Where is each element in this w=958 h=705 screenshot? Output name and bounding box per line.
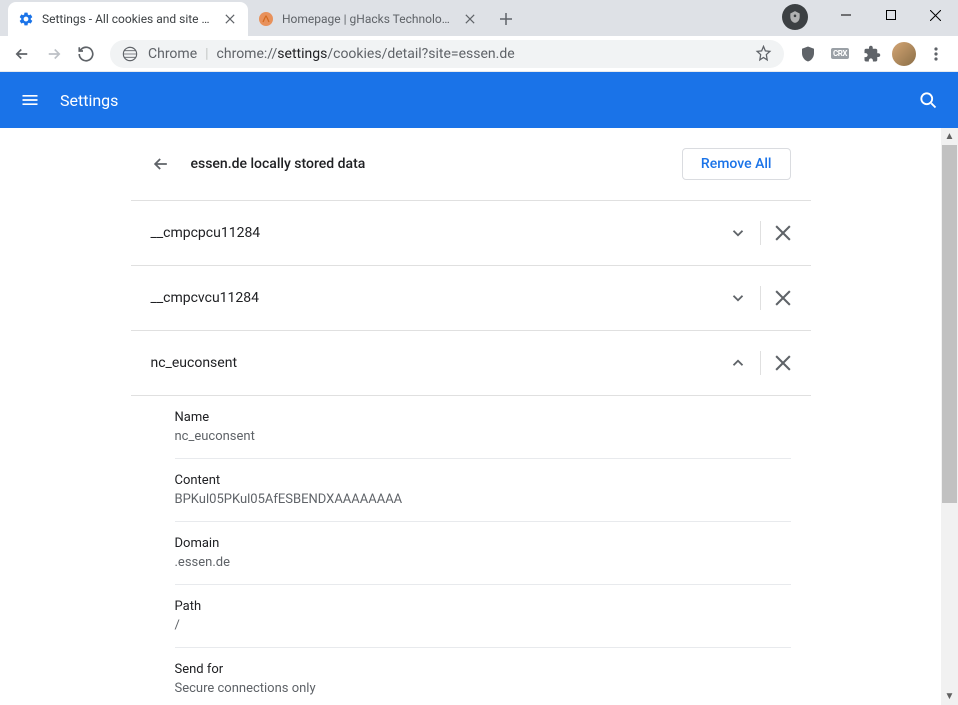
gear-icon bbox=[18, 11, 34, 27]
chevron-down-icon[interactable] bbox=[720, 215, 756, 251]
remove-all-button[interactable]: Remove All bbox=[682, 148, 791, 180]
address-bar: Chrome|chrome://settings/cookies/detail?… bbox=[0, 36, 958, 72]
chrome-menu-button[interactable] bbox=[922, 40, 950, 68]
chevron-down-icon[interactable] bbox=[720, 280, 756, 316]
bookmark-icon[interactable] bbox=[755, 45, 772, 62]
scroll-down-icon[interactable]: ▼ bbox=[941, 688, 958, 705]
minimize-button[interactable] bbox=[823, 0, 868, 30]
detail-sendfor: Send for Secure connections only bbox=[175, 648, 791, 705]
page-title: essen.de locally stored data bbox=[191, 156, 662, 172]
cookie-row[interactable]: __cmpcpcu11284 bbox=[131, 201, 811, 266]
content-area: essen.de locally stored data Remove All … bbox=[0, 128, 941, 705]
detail-content: Content BPKul05PKul05AfESBENDXAAAAAAAA bbox=[175, 459, 791, 522]
profile-badge-icon[interactable] bbox=[782, 4, 808, 30]
tab-settings[interactable]: Settings - All cookies and site data bbox=[8, 2, 248, 36]
cookie-name: nc_euconsent bbox=[151, 355, 720, 371]
cookie-list: __cmpcpcu11284 __cmpcvcu11284 nc_euconse… bbox=[131, 200, 811, 705]
settings-header: Settings bbox=[0, 72, 958, 128]
omnibox[interactable]: Chrome|chrome://settings/cookies/detail?… bbox=[110, 40, 784, 68]
maximize-button[interactable] bbox=[868, 0, 913, 30]
cookie-name: __cmpcpcu11284 bbox=[151, 225, 720, 241]
site-info-icon[interactable] bbox=[122, 46, 138, 62]
close-icon[interactable] bbox=[462, 11, 478, 27]
extension-ublock-icon[interactable] bbox=[794, 40, 822, 68]
browser-tabstrip: Settings - All cookies and site data Hom… bbox=[0, 0, 958, 36]
tab-ghacks[interactable]: Homepage | gHacks Technology bbox=[248, 2, 488, 36]
new-tab-button[interactable] bbox=[492, 5, 520, 33]
chevron-up-icon[interactable] bbox=[720, 345, 756, 381]
detail-name: Name nc_euconsent bbox=[175, 396, 791, 459]
extensions-puzzle-icon[interactable] bbox=[858, 40, 886, 68]
url-text: Chrome|chrome://settings/cookies/detail?… bbox=[148, 46, 515, 62]
search-icon[interactable] bbox=[918, 90, 938, 110]
back-arrow-icon[interactable] bbox=[151, 154, 171, 174]
cookie-details: Name nc_euconsent Content BPKul05PKul05A… bbox=[131, 396, 811, 705]
tab-title: Settings - All cookies and site data bbox=[42, 12, 214, 26]
extension-crx-icon[interactable]: CRX bbox=[826, 40, 854, 68]
delete-cookie-icon[interactable] bbox=[765, 280, 801, 316]
cookie-row-expanded[interactable]: nc_euconsent bbox=[131, 331, 811, 396]
close-window-button[interactable] bbox=[913, 0, 958, 30]
scrollbar[interactable]: ▲ ▼ bbox=[941, 128, 958, 705]
window-controls bbox=[823, 0, 958, 30]
cookie-name: __cmpcvcu11284 bbox=[151, 290, 720, 306]
detail-path: Path / bbox=[175, 585, 791, 648]
ghacks-icon bbox=[258, 11, 274, 27]
tab-title: Homepage | gHacks Technology bbox=[282, 12, 454, 26]
close-icon[interactable] bbox=[222, 11, 238, 27]
menu-icon[interactable] bbox=[20, 90, 40, 110]
page-header: essen.de locally stored data Remove All bbox=[131, 148, 811, 200]
reload-button[interactable] bbox=[72, 40, 100, 68]
delete-cookie-icon[interactable] bbox=[765, 345, 801, 381]
scroll-thumb[interactable] bbox=[942, 145, 957, 503]
profile-avatar[interactable] bbox=[890, 40, 918, 68]
delete-cookie-icon[interactable] bbox=[765, 215, 801, 251]
back-button[interactable] bbox=[8, 40, 36, 68]
forward-button[interactable] bbox=[40, 40, 68, 68]
cookie-row[interactable]: __cmpcvcu11284 bbox=[131, 266, 811, 331]
detail-domain: Domain .essen.de bbox=[175, 522, 791, 585]
settings-title: Settings bbox=[60, 91, 898, 110]
scroll-up-icon[interactable]: ▲ bbox=[941, 128, 958, 145]
